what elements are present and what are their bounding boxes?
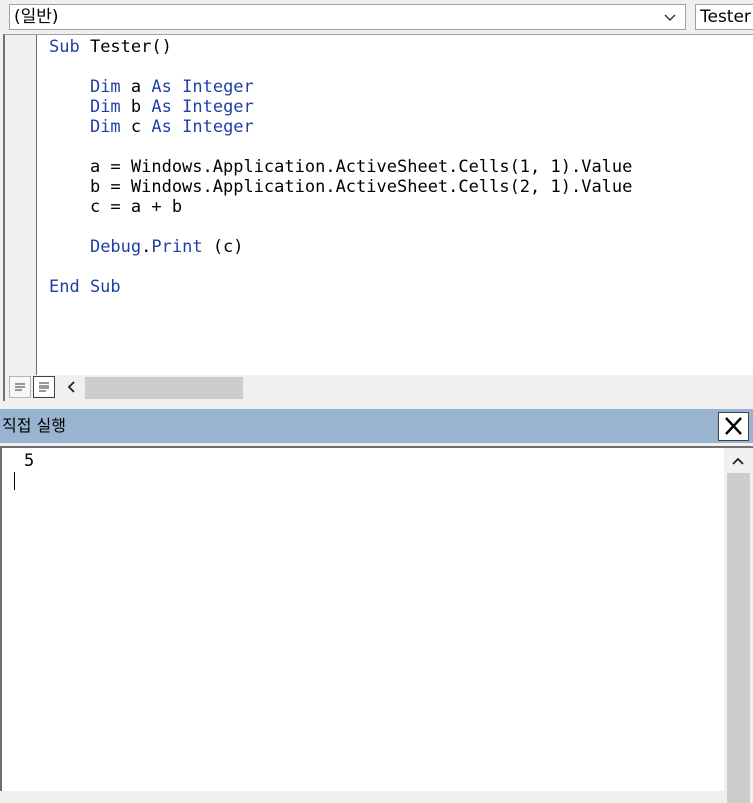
chevron-left-icon[interactable] <box>62 377 82 397</box>
code-keyword: Sub <box>49 37 80 57</box>
code-line[interactable] <box>49 217 632 237</box>
code-token: c = a + b <box>49 197 183 217</box>
procedure-view-icon <box>15 383 25 391</box>
code-token: c <box>120 117 152 137</box>
vertical-scroll-thumb[interactable] <box>727 473 750 803</box>
immediate-window-title-bar[interactable]: 직접 실행 <box>0 409 753 443</box>
text-cursor <box>14 472 15 490</box>
code-line[interactable]: End Sub <box>49 277 632 297</box>
code-keyword: Integer <box>182 117 254 137</box>
code-token: b <box>120 97 152 117</box>
close-icon <box>725 417 742 435</box>
full-module-view-icon <box>39 382 49 392</box>
chevron-down-icon[interactable] <box>663 5 677 29</box>
code-keyword: Integer <box>182 97 254 117</box>
margin-indicator-bar[interactable] <box>5 35 37 375</box>
code-keyword: As <box>151 97 172 117</box>
code-keyword: Dim <box>89 117 121 137</box>
code-line[interactable]: a = Windows.Application.ActiveSheet.Cell… <box>49 157 632 177</box>
full-module-view-button[interactable] <box>33 376 55 398</box>
code-line[interactable]: Dim c As Integer <box>49 117 632 137</box>
close-button[interactable] <box>718 412 749 441</box>
immediate-window[interactable]: 5 <box>0 446 753 803</box>
code-line[interactable]: Sub Tester() <box>49 37 632 57</box>
horizontal-scroll-thumb[interactable] <box>85 377 243 399</box>
code-line[interactable]: b = Windows.Application.ActiveSheet.Cell… <box>49 177 632 197</box>
object-dropdown[interactable]: (일반) <box>9 4 686 30</box>
code-line[interactable]: Debug.Print (c) <box>49 237 632 257</box>
procedure-dropdown-value: Tester <box>700 7 751 27</box>
code-token: a <box>120 77 152 97</box>
code-token: b = Windows.Application.ActiveSheet.Cell… <box>49 177 633 197</box>
code-keyword: Integer <box>182 77 254 97</box>
procedure-view-button[interactable] <box>9 376 31 398</box>
object-dropdown-value: (일반) <box>14 7 59 27</box>
immediate-vertical-scrollbar[interactable] <box>724 448 753 803</box>
code-horizontal-scrollbar[interactable] <box>3 375 753 401</box>
code-token: . <box>141 237 152 257</box>
code-window-toolbar: (일반) Tester <box>0 0 753 36</box>
immediate-window-title: 직접 실행 <box>2 416 66 435</box>
code-line[interactable] <box>49 257 632 277</box>
code-keyword: Dim <box>89 77 121 97</box>
code-keyword: As <box>151 117 172 137</box>
code-keyword: End Sub <box>49 277 121 297</box>
code-token: Tester() <box>79 37 172 57</box>
code-keyword: Debug <box>89 237 142 257</box>
code-keyword: Print <box>151 237 203 257</box>
immediate-output: 5 <box>24 451 35 471</box>
code-line[interactable] <box>49 57 632 77</box>
code-text[interactable]: Sub Tester() Dim a As Integer Dim b As I… <box>49 37 632 297</box>
code-editor[interactable]: Sub Tester() Dim a As Integer Dim b As I… <box>3 34 753 375</box>
code-token: (c) <box>202 237 244 257</box>
procedure-dropdown[interactable]: Tester <box>695 4 753 30</box>
code-keyword: As <box>151 77 172 97</box>
code-line[interactable] <box>49 137 632 157</box>
chevron-up-icon[interactable] <box>728 453 748 469</box>
code-keyword: Dim <box>89 97 121 117</box>
code-line[interactable]: c = a + b <box>49 197 632 217</box>
code-line[interactable]: Dim a As Integer <box>49 77 632 97</box>
code-line[interactable]: Dim b As Integer <box>49 97 632 117</box>
code-token: a = Windows.Application.ActiveSheet.Cell… <box>49 157 633 177</box>
